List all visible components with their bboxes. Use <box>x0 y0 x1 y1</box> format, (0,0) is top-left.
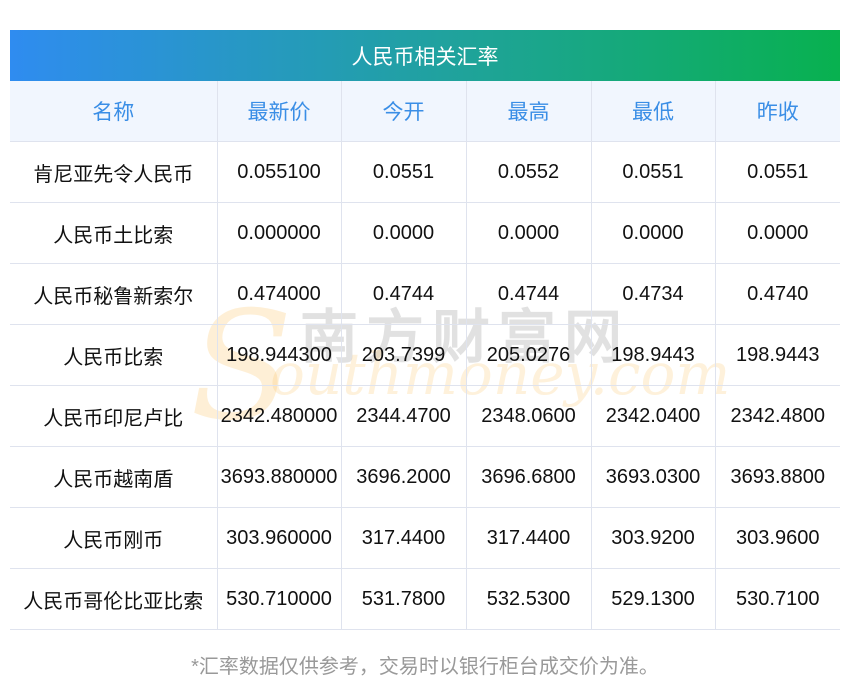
rate-cell: 198.9443 <box>590 324 716 386</box>
rate-cell: 3693.880000 <box>216 446 342 508</box>
rate-cell: 0.474000 <box>216 263 342 325</box>
table-row: 人民币土比索 0.000000 0.0000 0.0000 0.0000 0.0000 <box>10 202 840 264</box>
rate-cell: 303.9200 <box>590 507 716 569</box>
table-title: 人民币相关汇率 <box>10 30 840 81</box>
rate-cell: 0.0551 <box>340 141 467 203</box>
rate-cell: 0.4740 <box>714 263 840 325</box>
rate-cell: 0.0000 <box>340 202 467 264</box>
rate-cell: 530.710000 <box>216 568 342 630</box>
column-header: 昨收 <box>714 81 840 142</box>
rate-cell: 0.000000 <box>216 202 342 264</box>
exchange-rate-table-panel: 人民币相关汇率 名称 最新价 今开 最高 最低 昨收 肯尼亚先令人民币 0.055100 0.… <box>10 30 840 630</box>
currency-name: 肯尼亚先令人民币 <box>10 141 218 203</box>
column-header: 今开 <box>340 81 467 142</box>
rate-cell: 2348.0600 <box>465 385 592 447</box>
table-row: 人民币印尼卢比 2342.480000 2344.4700 2348.0600 2342… <box>10 385 840 447</box>
currency-name: 人民币比索 <box>10 324 218 386</box>
currency-name: 人民币刚币 <box>10 507 218 569</box>
table-row: 人民币刚币 303.960000 317.4400 317.4400 303.9200 3… <box>10 507 840 569</box>
table-row: 肯尼亚先令人民币 0.055100 0.0551 0.0552 0.0551 0.0551 <box>10 141 840 203</box>
rate-cell: 317.4400 <box>465 507 592 569</box>
rate-cell: 205.0276 <box>465 324 592 386</box>
rate-cell: 3696.2000 <box>340 446 467 508</box>
table-row: 人民币秘鲁新索尔 0.474000 0.4744 0.4744 0.4734 0.4740 <box>10 263 840 325</box>
rate-cell: 3696.6800 <box>465 446 592 508</box>
column-header: 最新价 <box>216 81 342 142</box>
currency-name: 人民币秘鲁新索尔 <box>10 263 218 325</box>
rate-cell: 0.0551 <box>590 141 716 203</box>
rate-cell: 303.9600 <box>714 507 840 569</box>
rate-cell: 0.055100 <box>216 141 342 203</box>
rate-cell: 532.5300 <box>465 568 592 630</box>
rate-cell: 3693.0300 <box>590 446 716 508</box>
rate-cell: 0.0000 <box>714 202 840 264</box>
rate-cell: 0.0000 <box>590 202 716 264</box>
rate-cell: 0.0000 <box>465 202 592 264</box>
rate-cell: 317.4400 <box>340 507 467 569</box>
rate-cell: 2342.0400 <box>590 385 716 447</box>
rate-cell: 198.9443 <box>714 324 840 386</box>
rate-cell: 0.0551 <box>714 141 840 203</box>
table-row: 人民币比索 198.944300 203.7399 205.0276 198.9443 1… <box>10 324 840 386</box>
rate-cell: 3693.8800 <box>714 446 840 508</box>
rate-cell: 2342.480000 <box>216 385 342 447</box>
rate-cell: 0.0552 <box>465 141 592 203</box>
exchange-rate-table: 名称 最新价 今开 最高 最低 昨收 肯尼亚先令人民币 0.055100 0.0551 0.05… <box>10 81 840 630</box>
rate-cell: 203.7399 <box>340 324 467 386</box>
rate-cell: 198.944300 <box>216 324 342 386</box>
disclaimer: *汇率数据仅供参考，交易时以银行柜台成交价为准。 <box>191 656 659 678</box>
header-row: 名称 最新价 今开 最高 最低 昨收 <box>10 81 840 142</box>
currency-name: 人民币哥伦比亚比索 <box>10 568 218 630</box>
rate-cell: 303.960000 <box>216 507 342 569</box>
column-header: 最低 <box>590 81 716 142</box>
currency-name: 人民币印尼卢比 <box>10 385 218 447</box>
rate-cell: 0.4744 <box>465 263 592 325</box>
rate-cell: 529.1300 <box>590 568 716 630</box>
rate-cell: 0.4744 <box>340 263 467 325</box>
rate-cell: 2342.4800 <box>714 385 840 447</box>
column-header: 最高 <box>465 81 592 142</box>
table-row: 人民币越南盾 3693.880000 3696.2000 3696.6800 3693.… <box>10 446 840 508</box>
rate-cell: 2344.4700 <box>340 385 467 447</box>
rate-cell: 531.7800 <box>340 568 467 630</box>
table-row: 人民币哥伦比亚比索 530.710000 531.7800 532.5300 529.1… <box>10 568 840 630</box>
currency-name: 人民币越南盾 <box>10 446 218 508</box>
currency-name: 人民币土比索 <box>10 202 218 264</box>
column-header: 名称 <box>10 81 218 142</box>
rate-cell: 0.4734 <box>590 263 716 325</box>
rate-cell: 530.7100 <box>714 568 840 630</box>
